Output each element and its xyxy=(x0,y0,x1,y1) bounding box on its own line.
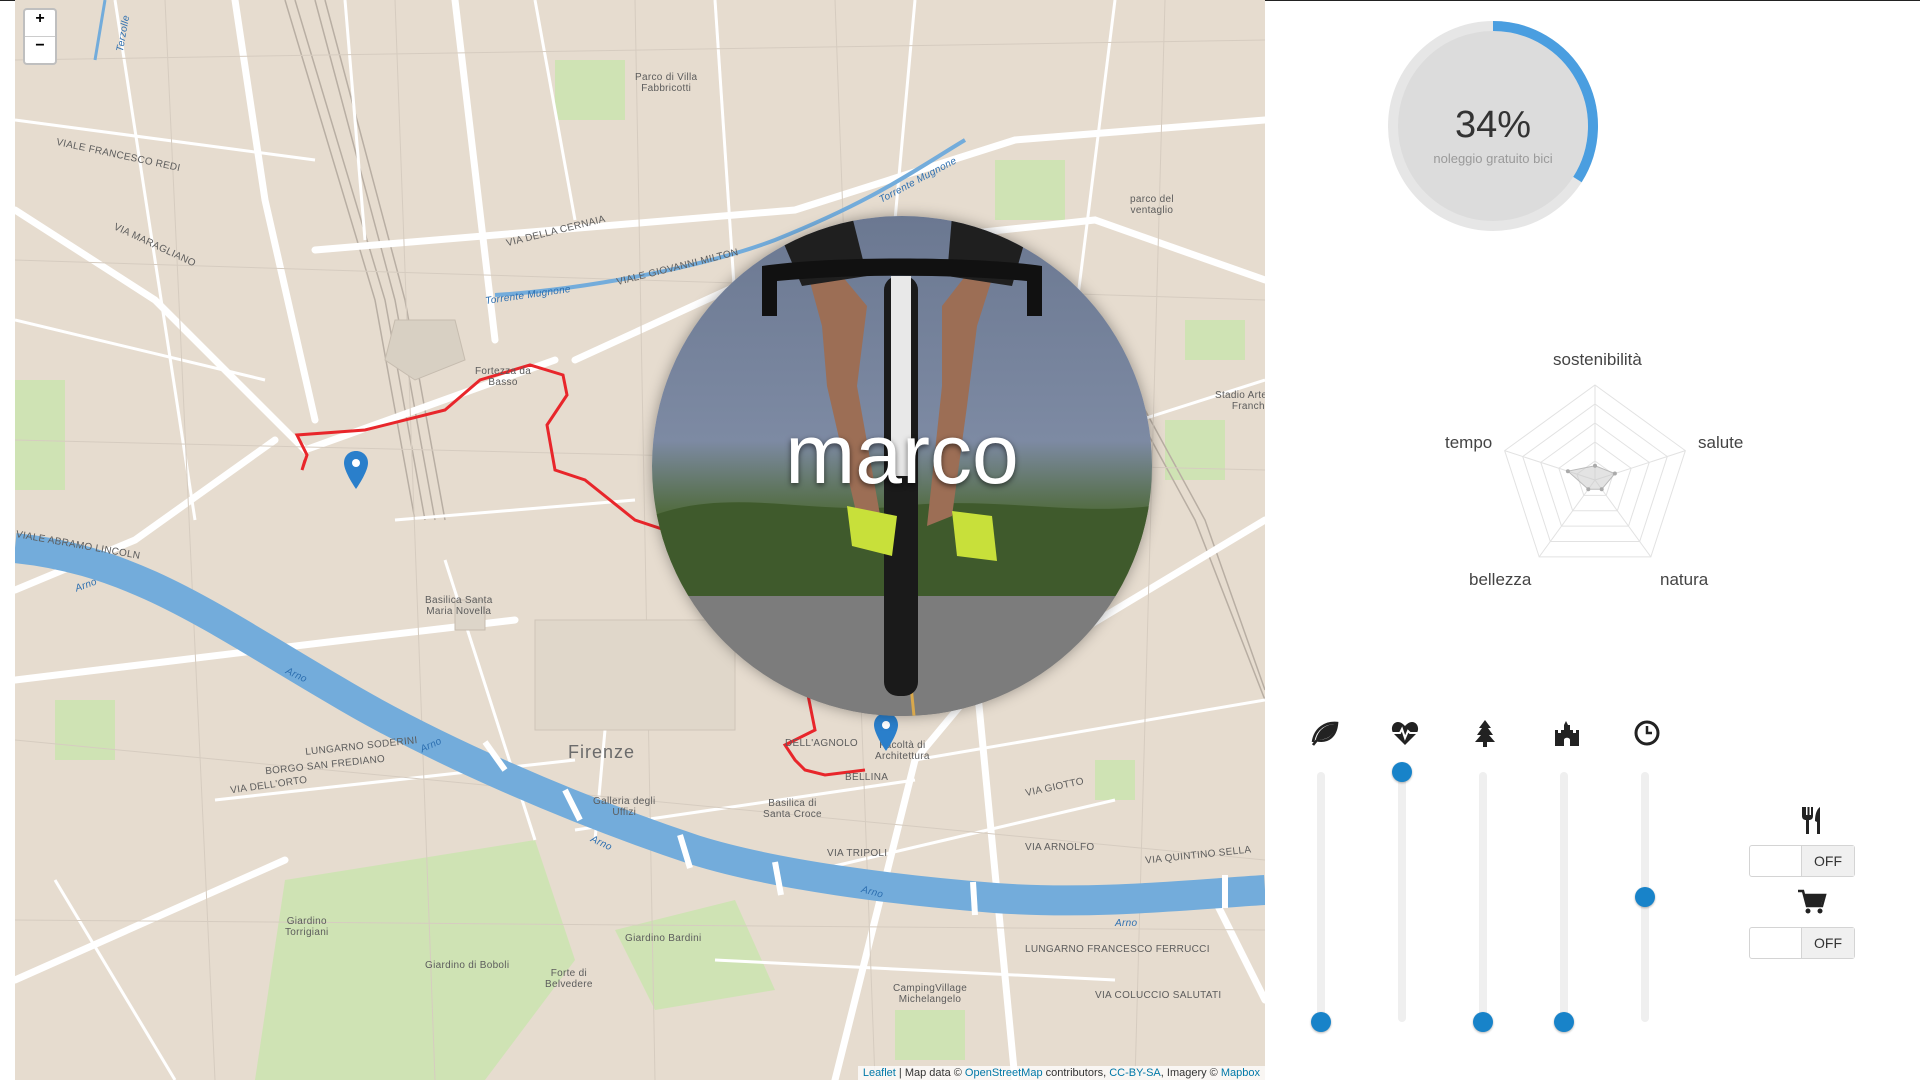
map-marker-icon[interactable] xyxy=(873,712,899,752)
slider-track-salute[interactable] xyxy=(1398,772,1406,1022)
street-label: DELL'AGNOLO xyxy=(785,738,859,749)
slider-handle-tempo[interactable] xyxy=(1635,887,1655,907)
slider-track-bellezza[interactable] xyxy=(1560,772,1568,1022)
leaflet-link[interactable]: Leaflet xyxy=(863,1067,896,1079)
attribution-text: , Imagery © xyxy=(1160,1067,1221,1079)
place-uffizi: Galleria degli Uffizi xyxy=(593,796,656,818)
tree-icon xyxy=(1475,720,1495,747)
park-west xyxy=(15,380,65,490)
place-fortezza: Fortezza da Basso xyxy=(475,366,532,388)
radar-label-bellezza: bellezza xyxy=(1469,570,1532,589)
place-torrigiani: Giardino Torrigiani xyxy=(285,916,329,938)
park-ventaglio xyxy=(995,160,1065,220)
label-arno: Arno xyxy=(1115,918,1138,929)
street-label: BELLINA xyxy=(845,772,889,783)
place-stadio: Stadio ArtemioFranchi xyxy=(1215,390,1265,412)
radar-axis xyxy=(1594,479,1652,558)
mapbox-link[interactable]: Mapbox xyxy=(1221,1067,1260,1079)
place-villa: Parco di Villa Fabbricotti xyxy=(635,72,698,94)
toggle-state-label: OFF xyxy=(1801,928,1854,958)
slider-handle-bellezza[interactable] xyxy=(1554,1012,1574,1032)
place-belvedere: Forte di Belvedere xyxy=(545,968,593,990)
place-santa-croce: Basilica di Santa Croce xyxy=(763,798,822,820)
radar-values xyxy=(1566,465,1616,490)
osm-link[interactable]: OpenStreetMap xyxy=(965,1067,1043,1079)
radar-label-natura: natura xyxy=(1660,570,1709,589)
shopping-toggle[interactable]: OFF xyxy=(1749,927,1855,959)
castle-icon xyxy=(1555,721,1579,746)
attribution-text: contributors, xyxy=(1042,1067,1110,1079)
slider-track-natura[interactable] xyxy=(1479,772,1487,1022)
map-marker-icon[interactable] xyxy=(343,450,369,490)
clock-icon xyxy=(1634,720,1660,746)
radar-point xyxy=(1565,469,1570,474)
radar-label-sostenibilita: sostenibilità xyxy=(1553,350,1642,369)
place-firenze: Firenze xyxy=(568,742,636,762)
radar-point xyxy=(1612,471,1617,476)
place-boboli: Giardino di Boboli xyxy=(425,960,510,971)
heartbeat-icon xyxy=(1391,722,1419,745)
place-santa-maria-novella: Basilica Santa Maria Novella xyxy=(425,595,493,617)
gauge-caption: noleggio gratuito bici xyxy=(1433,151,1553,166)
radar-axis xyxy=(1538,479,1596,558)
slider-track-sostenibilita[interactable] xyxy=(1317,772,1325,1022)
park-villa xyxy=(555,60,625,120)
restaurant-toggle[interactable]: OFF xyxy=(1749,845,1855,877)
radar-point xyxy=(1586,487,1591,492)
radar-point xyxy=(1593,463,1597,468)
map-attribution: Leaflet | Map data © OpenStreetMap contr… xyxy=(857,1066,1265,1080)
place-bardini: Giardino Bardini xyxy=(625,933,702,944)
place-ventaglio: parco del ventaglio xyxy=(1130,194,1174,216)
radar-label-salute: salute xyxy=(1698,433,1744,452)
profile-avatar[interactable]: marco xyxy=(652,216,1152,716)
profile-name: marco xyxy=(785,407,1019,501)
restaurant-icon xyxy=(1802,807,1820,834)
gauge-percent: 34% xyxy=(1454,104,1532,146)
free-bike-gauge: 34% noleggio gratuito bici xyxy=(1385,18,1601,234)
slider-handle-salute[interactable] xyxy=(1392,762,1412,782)
toggle-state-label: OFF xyxy=(1801,846,1854,876)
radar-chart: sostenibilità salute natura bellezza tem… xyxy=(1440,350,1750,600)
place-camping: CampingVillage Michelangelo xyxy=(893,983,968,1005)
zoom-out-button[interactable]: − xyxy=(25,36,55,63)
radar-grid xyxy=(1504,384,1686,558)
slider-handle-natura[interactable] xyxy=(1473,1012,1493,1032)
ccbysa-link[interactable]: CC-BY-SA xyxy=(1109,1067,1161,1079)
slider-handle-sostenibilita[interactable] xyxy=(1311,1012,1331,1032)
cart-icon xyxy=(1798,889,1827,914)
zoom-in-button[interactable]: + xyxy=(25,10,55,36)
radar-point xyxy=(1599,487,1604,492)
street-label: VIA ARNOLFO xyxy=(1025,842,1095,853)
street-label: VIA TRIPOLI xyxy=(827,848,888,859)
attribution-text: | Map data © xyxy=(895,1067,965,1079)
zoom-control: + − xyxy=(23,8,57,65)
radar-label-tempo: tempo xyxy=(1445,433,1493,452)
leaf-icon xyxy=(1311,721,1339,746)
street-label: VIA COLUCCIO SALUTATI xyxy=(1095,990,1222,1001)
street-label: LUNGARNO FRANCESCO FERRUCCI xyxy=(1025,944,1210,955)
